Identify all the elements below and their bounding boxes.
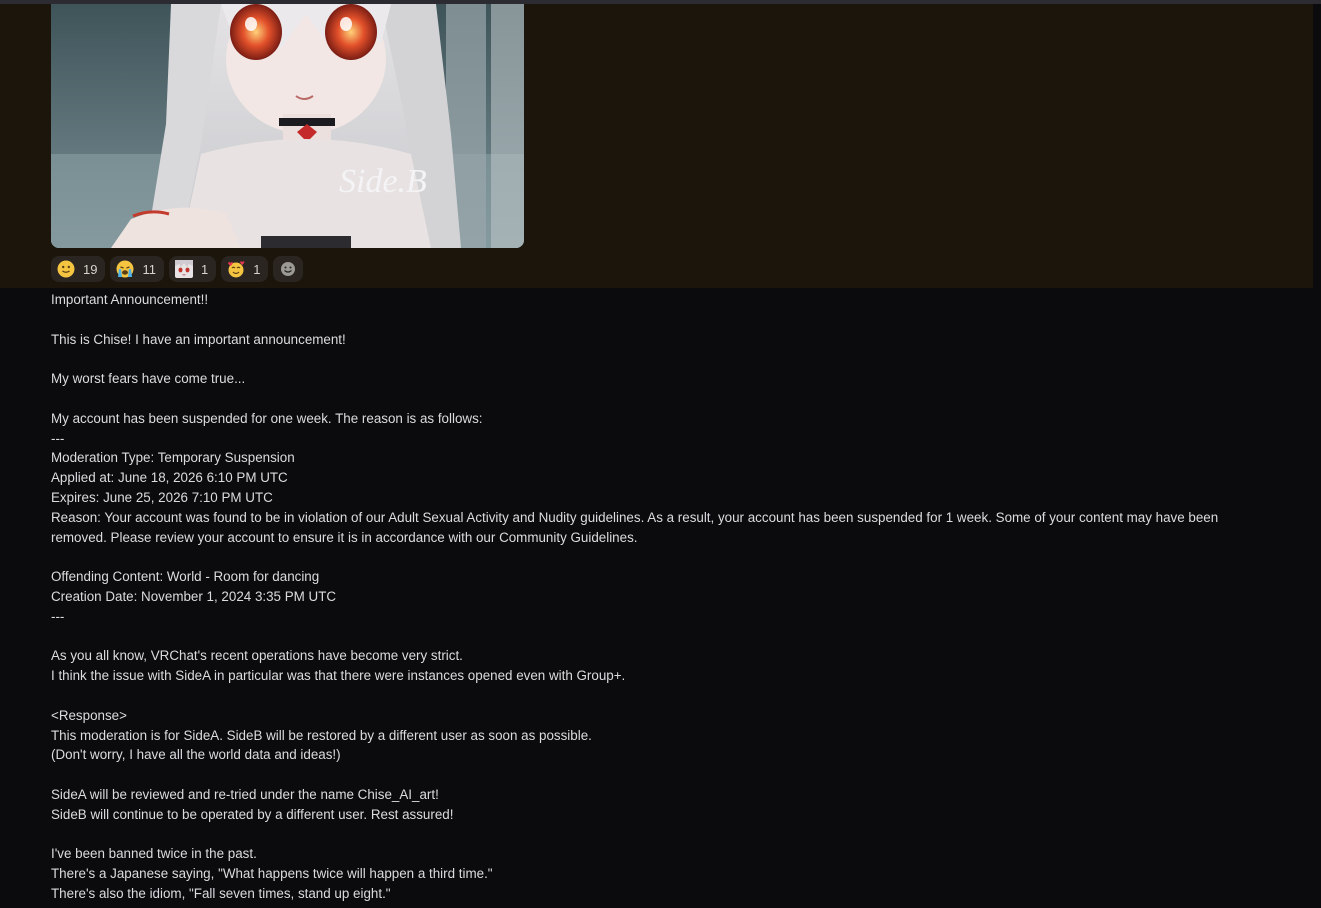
message-line: (Don't worry, I have all the world data … xyxy=(51,747,341,763)
reaction-bar: 19 11 1 1 xyxy=(51,256,304,282)
message-line: --- xyxy=(51,608,65,624)
message-line: I've been banned twice in the past. xyxy=(51,846,257,862)
message-line: Important Announcement!! xyxy=(51,292,209,307)
reaction-count: 1 xyxy=(253,261,261,277)
reaction-count: 19 xyxy=(83,261,98,277)
message-line xyxy=(51,389,1276,409)
message-line: My account has been suspended for one we… xyxy=(51,410,483,426)
message-line xyxy=(51,686,1276,706)
message-line: I think the issue with SideA in particul… xyxy=(51,668,626,684)
message-line: Expires: June 25, 2026 7:10 PM UTC xyxy=(51,489,273,505)
discord-message-view: Side.B 19 11 1 1 Important Announcement!… xyxy=(0,0,1321,908)
message-line xyxy=(51,349,1276,369)
add-reaction-icon xyxy=(281,262,296,276)
message-line xyxy=(51,547,1276,567)
message-line: This moderation is for SideA. SideB will… xyxy=(51,727,592,743)
reaction-custom-avatar[interactable]: 1 xyxy=(168,256,217,282)
add-reaction-button[interactable] xyxy=(273,256,304,282)
image-attachment[interactable]: Side.B xyxy=(51,4,524,248)
message-line: This is Chise! I have an important annou… xyxy=(51,331,346,347)
reaction-crying[interactable]: 11 xyxy=(110,256,164,282)
message-line: There's also the idiom, "Fall seven time… xyxy=(51,885,391,901)
message-line: Moderation Type: Temporary Suspension xyxy=(51,450,295,466)
crying-emoji-icon xyxy=(116,260,134,278)
message-line: My worst fears have come true... xyxy=(51,371,246,387)
message-line: SideA will be reviewed and re-tried unde… xyxy=(51,786,439,802)
message-line: There's a Japanese saying, "What happens… xyxy=(51,866,493,882)
reaction-count: 1 xyxy=(200,261,209,277)
smiling-hearts-emoji-icon xyxy=(228,261,245,278)
reaction-smiling-hearts[interactable]: 1 xyxy=(221,256,269,282)
message-content: Important Announcement!! This is Chise! I… xyxy=(51,290,1276,904)
message-line xyxy=(51,825,1276,845)
message-line: Offending Content: World - Room for danc… xyxy=(51,569,320,585)
message-line: SideB will continue to be operated by a … xyxy=(51,806,454,822)
message-line: As you all know, VRChat's recent operati… xyxy=(51,648,463,664)
custom-avatar-emoji-icon xyxy=(174,260,193,278)
reaction-count: 11 xyxy=(142,261,156,277)
message-line xyxy=(51,765,1276,785)
message-line xyxy=(51,627,1276,647)
anime-girl-illustration: Side.B xyxy=(51,4,524,248)
message-line: Applied at: June 18, 2026 6:10 PM UTC xyxy=(51,470,288,486)
message-line: Reason: Your account was found to be in … xyxy=(51,509,1222,545)
message-line: <Response> xyxy=(51,707,127,723)
message-line xyxy=(51,310,1276,330)
slight-smile-emoji-icon xyxy=(57,260,75,278)
message-line: --- xyxy=(51,430,65,446)
reaction-slight-smile[interactable]: 19 xyxy=(51,256,106,282)
attachment-watermark: Side.B xyxy=(339,163,427,200)
message-line: Creation Date: November 1, 2024 3:35 PM … xyxy=(51,588,337,604)
